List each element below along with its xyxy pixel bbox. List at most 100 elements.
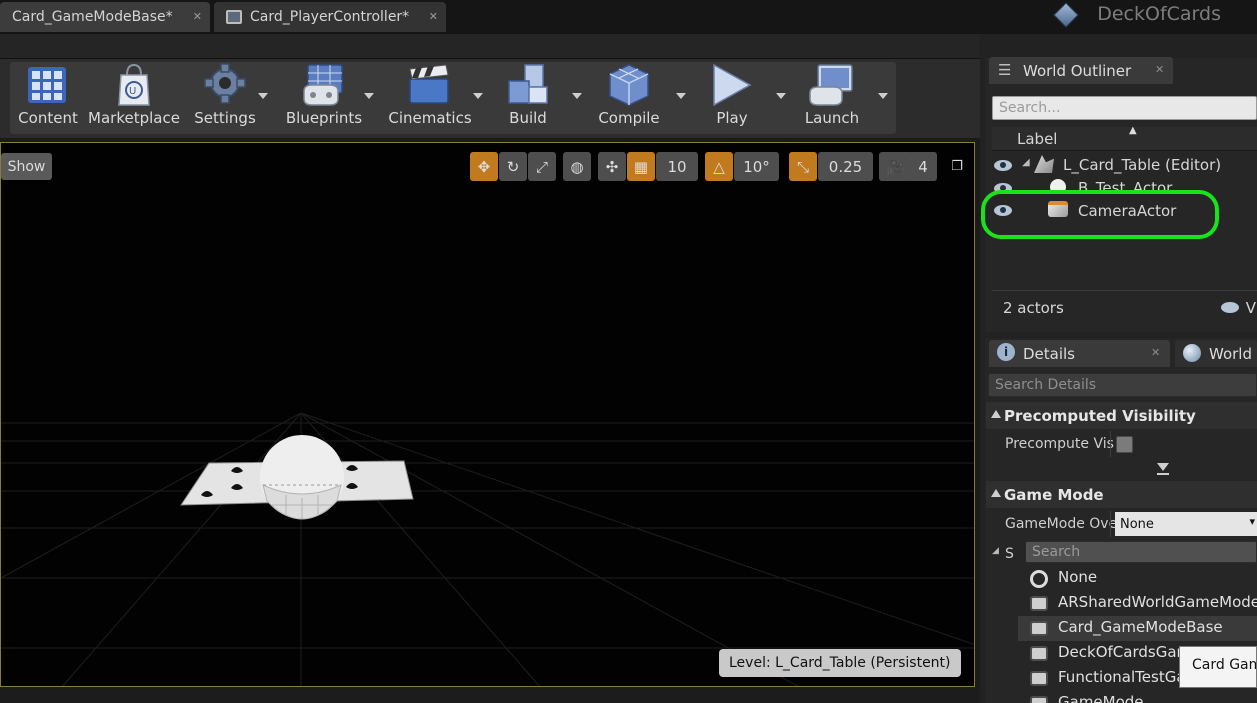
content-button[interactable]: Content <box>14 59 82 131</box>
option-label: Card_GameModeBase <box>1058 618 1223 636</box>
tab-details[interactable]: i Details ✕ <box>989 340 1170 367</box>
gamemode-search-input[interactable]: Search <box>1025 541 1257 563</box>
title-bar: Card_GameModeBase* ✕ Card_PlayerControll… <box>0 0 1257 34</box>
grid-snap-icon[interactable]: ▦ <box>627 152 655 181</box>
outliner-row-actor[interactable]: B_Test_Actor <box>990 177 1257 193</box>
tab-world-outliner[interactable]: ☰ World Outliner ✕ <box>989 57 1173 84</box>
advanced-expand-underline <box>1157 473 1169 475</box>
visibility-eye-icon[interactable] <box>994 205 1012 216</box>
gamemode-option-gamemode[interactable]: GameMode <box>1018 691 1257 703</box>
rotation-snap-icon[interactable]: △ <box>705 152 733 181</box>
close-icon[interactable]: ✕ <box>1151 346 1160 359</box>
tab-world-settings[interactable]: World S <box>1175 340 1257 367</box>
property-divider <box>1110 511 1111 537</box>
play-button[interactable]: Play <box>702 59 762 131</box>
launch-button[interactable]: Launch <box>798 59 866 131</box>
visibility-eye-icon[interactable] <box>994 160 1012 171</box>
grid-snap-value[interactable]: 10 <box>656 152 698 181</box>
gamemode-override-combo[interactable]: None ▾ <box>1115 512 1257 536</box>
section-collapse-icon <box>991 489 1001 497</box>
option-label: FunctionalTestGa <box>1058 668 1186 686</box>
blueprints-button[interactable]: Blueprints <box>284 59 364 131</box>
level-viewport[interactable]: Show ✥ ↻ ⤢ ◍ ✣ ▦ 10 △ 10° ⤡ 0.25 🎥 4 ❐ L… <box>0 142 975 687</box>
level-icon <box>1034 155 1054 173</box>
content-label: Content <box>18 109 78 127</box>
camera-speed-icon[interactable]: 🎥 <box>879 152 913 181</box>
close-icon[interactable]: ✕ <box>1155 63 1164 76</box>
settings-button[interactable]: Settings <box>190 59 260 131</box>
maximize-viewport-icon[interactable]: ❐ <box>946 152 968 181</box>
bottom-strip <box>0 687 980 703</box>
main-toolbar: Content U Marketplace Settings Blueprint… <box>0 58 980 138</box>
visibility-eye-icon[interactable] <box>994 183 1012 193</box>
settings-label: Settings <box>194 109 256 127</box>
view-options-button[interactable]: V <box>1221 299 1256 317</box>
tab-label: Card_PlayerController* <box>250 9 410 25</box>
camera-actor-icon <box>1048 201 1068 217</box>
play-label: Play <box>716 109 748 127</box>
close-icon[interactable]: ✕ <box>429 10 438 23</box>
project-icon <box>1053 2 1079 28</box>
game-mode-section[interactable]: Game Mode <box>986 481 1257 508</box>
advanced-expand-icon[interactable] <box>1157 463 1169 471</box>
option-label: GameMode <box>1058 693 1144 703</box>
launch-dropdown-arrow[interactable] <box>878 93 888 99</box>
blueprints-dropdown-arrow[interactable] <box>364 93 374 99</box>
marketplace-button[interactable]: U Marketplace <box>88 59 180 131</box>
cinematics-dropdown-arrow[interactable] <box>473 93 483 99</box>
actors-count: 2 actors <box>1003 299 1064 317</box>
cinematics-button[interactable]: Cinematics <box>388 59 472 131</box>
property-divider <box>1110 431 1111 457</box>
details-tab-label: Details <box>1023 344 1076 363</box>
show-menu-button[interactable]: Show <box>1 153 52 180</box>
section-collapse-icon <box>991 410 1001 418</box>
scale-snap-value[interactable]: 0.25 <box>818 152 873 181</box>
precompute-visibility-row: Precompute Vis <box>986 431 1257 457</box>
rotate-mode-icon[interactable]: ↻ <box>499 152 527 181</box>
gamemode-option-card-gamemodebase[interactable]: Card_GameModeBase <box>1018 616 1257 641</box>
world-outliner-tab-label: World Outliner <box>1023 61 1132 80</box>
precomputed-visibility-section[interactable]: Precomputed Visibility <box>986 402 1257 429</box>
build-button[interactable]: Build <box>498 59 558 131</box>
blueprints-label: Blueprints <box>285 109 363 127</box>
chevron-down-icon: ▾ <box>1249 515 1255 528</box>
outliner-row-level[interactable]: ◢ L_Card_Table (Editor) <box>990 154 1257 177</box>
outliner-row-camera[interactable]: CameraActor <box>990 200 1257 223</box>
gamemode-tooltip: Card Gam <box>1179 646 1257 688</box>
compile-button[interactable]: Compile <box>594 59 664 131</box>
surface-snap-icon[interactable]: ✣ <box>598 152 626 181</box>
outliner-search-input[interactable]: Search... <box>992 96 1257 120</box>
content-browser-icon <box>28 67 66 103</box>
gamemode-option-none[interactable]: None <box>1018 566 1257 591</box>
selected-gamemode-label: S <box>1005 546 1014 562</box>
build-dropdown-arrow[interactable] <box>572 93 582 99</box>
scale-snap-icon[interactable]: ⤡ <box>789 152 817 181</box>
precompute-visibility-checkbox[interactable] <box>1116 436 1133 453</box>
collapse-triangle-icon[interactable]: ◢ <box>1022 157 1030 168</box>
level-label: Level: L_Card_Table (Persistent) <box>719 649 961 677</box>
rotation-snap-value[interactable]: 10° <box>734 152 779 181</box>
settings-dropdown-arrow[interactable] <box>258 93 268 99</box>
svg-text:U: U <box>129 86 136 97</box>
scale-mode-icon[interactable]: ⤢ <box>528 152 556 181</box>
translate-mode-icon[interactable]: ✥ <box>470 152 498 181</box>
outliner-label-column-header[interactable]: Label ▲ <box>992 125 1257 151</box>
play-icon <box>713 63 752 107</box>
unreal-editor-window: Card_GameModeBase* ✕ Card_PlayerControll… <box>0 0 1257 703</box>
details-search-input[interactable]: Search Details <box>988 373 1257 397</box>
world-local-toggle-icon[interactable]: ◍ <box>563 152 591 181</box>
clapperboard-icon <box>409 64 449 104</box>
close-icon[interactable]: ✕ <box>193 10 202 23</box>
settings-gear-icon <box>204 63 246 104</box>
play-dropdown-arrow[interactable] <box>776 93 786 99</box>
outliner-list-icon: ☰ <box>998 61 1012 79</box>
camera-speed-value[interactable]: 4 <box>909 152 937 181</box>
option-label: DeckOfCardsGam <box>1058 643 1192 661</box>
compile-dropdown-arrow[interactable] <box>676 93 686 99</box>
option-label: ARSharedWorldGameMode <box>1058 593 1257 611</box>
tab-card-playercontroller[interactable]: Card_PlayerController* ✕ <box>214 2 446 32</box>
gamemode-option-arshared[interactable]: ARSharedWorldGameMode <box>1018 591 1257 616</box>
collapse-triangle-icon[interactable]: ◢ <box>992 546 999 556</box>
tab-card-gamemodebase[interactable]: Card_GameModeBase* ✕ <box>0 2 210 32</box>
label-column-title: Label <box>1017 130 1058 148</box>
